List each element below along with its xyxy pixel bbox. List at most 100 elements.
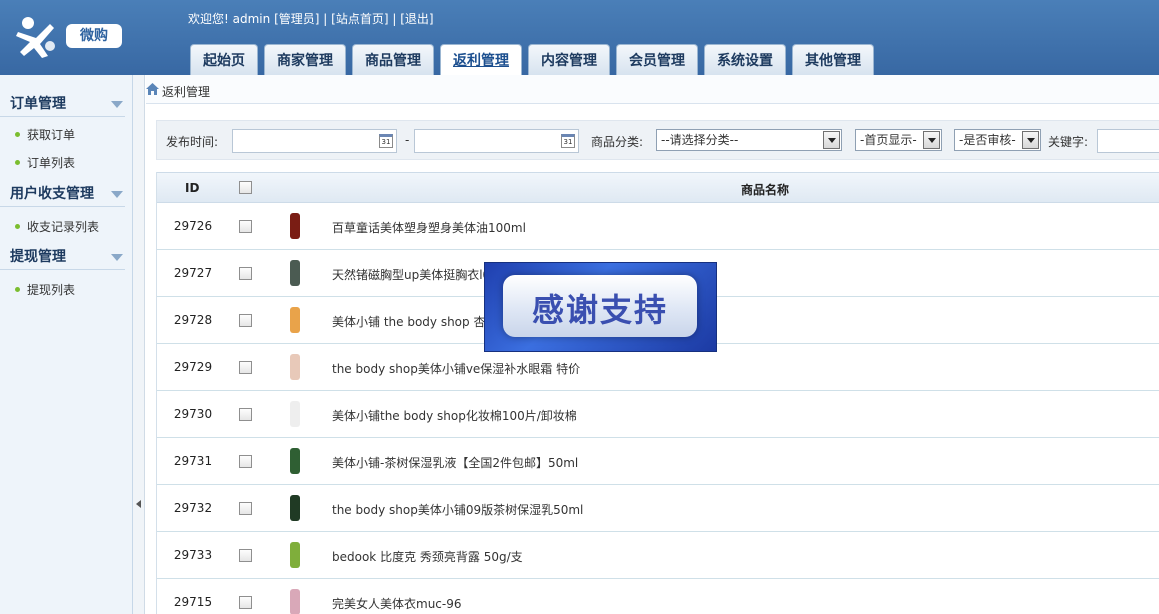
table-row: 29733 bedook 比度克 秀颈亮背露 50g/支 [157,532,1159,579]
column-header-name: 商品名称 [741,183,790,197]
table-row: 29730 美体小铺the body shop化妆棉100片/卸妆棉 [157,391,1159,438]
tab-product[interactable]: 商品管理 [352,44,434,75]
tab-label: 会员管理 [629,53,685,69]
tab-label: 商品管理 [365,53,421,69]
homepage-display-select[interactable]: -首页显示- [855,129,942,151]
main-tabs: 起始页 商家管理 商品管理 返利管理 内容管理 会员管理 系统设置 其他管理 [190,44,880,75]
tab-member[interactable]: 会员管理 [616,44,698,75]
sidebar-collapse-toggle[interactable] [133,75,145,614]
keyword-input[interactable] [1097,129,1159,153]
row-id: 29715 [173,595,213,609]
logo-badge: 微购 [66,24,122,48]
sidebar-item-fetch-orders[interactable]: 获取订单 [0,121,133,149]
row-checkbox[interactable] [239,502,252,515]
sidebar-group-orders: 订单管理 获取订单 订单列表 [0,91,133,177]
product-thumbnail[interactable] [278,538,312,572]
product-name-link[interactable]: the body shop美体小铺09版茶树保湿乳50ml [332,501,583,518]
product-name-link[interactable]: 完美女人美体衣muc-96 [332,595,462,612]
table-header: ID 商品名称 [157,172,1159,203]
home-icon [146,83,159,95]
sidebar-item-withdraw-list[interactable]: 提现列表 [0,276,133,304]
table-row: 29732 the body shop美体小铺09版茶树保湿乳50ml [157,485,1159,532]
row-checkbox[interactable] [239,267,252,280]
bullet-icon [15,132,20,137]
product-name-link[interactable]: the body shop美体小铺ve保湿补水眼霜 特价 [332,360,580,377]
thanks-banner-text: 感谢支持 [531,291,668,329]
category-select-value: --请选择分类-- [661,133,739,147]
tab-settings[interactable]: 系统设置 [704,44,786,75]
table-row: 29731 美体小铺-茶树保湿乳液【全国2件包邮】50ml [157,438,1159,485]
chevron-down-icon [111,101,123,108]
row-checkbox[interactable] [239,361,252,374]
audit-status-select[interactable]: -是否审核- [954,129,1041,151]
row-id: 29728 [173,313,213,327]
breadcrumb: 返利管理 [146,75,1159,104]
product-thumbnail[interactable] [278,491,312,525]
logout-link[interactable]: [退出] [400,12,433,26]
row-checkbox[interactable] [239,314,252,327]
dropdown-arrow-icon [923,131,940,149]
sidebar-group-income: 用户收支管理 收支记录列表 [0,181,133,241]
product-thumbnail[interactable] [278,303,312,337]
row-checkbox[interactable] [239,455,252,468]
product-name-link[interactable]: 天然锗磁胸型up美体挺胸衣l0 [332,266,490,283]
tab-label: 其他管理 [805,53,861,69]
product-name-link[interactable]: 美体小铺 the body shop 杏仁 [332,313,497,330]
column-header-id: ID [185,181,200,195]
date-from-input[interactable]: 31 [232,129,397,153]
tab-content[interactable]: 内容管理 [528,44,610,75]
logo: 微购 [10,10,122,62]
range-separator: - [405,133,410,147]
separator: | [323,12,328,26]
site-home-link[interactable]: [站点首页] [331,12,388,26]
row-checkbox[interactable] [239,596,252,609]
tab-label: 返利管理 [453,53,509,69]
sidebar-group-label: 订单管理 [10,96,66,112]
product-name-link[interactable]: 百草童话美体塑身塑身美体油100ml [332,219,526,236]
bullet-icon [15,287,20,292]
sidebar-item-label: 订单列表 [27,156,76,170]
product-thumbnail[interactable] [278,397,312,431]
tab-merchant[interactable]: 商家管理 [264,44,346,75]
chevron-down-icon [111,254,123,261]
category-select[interactable]: --请选择分类-- [656,129,842,151]
sidebar-group-withdraw: 提现管理 提现列表 [0,244,133,304]
sidebar: 订单管理 获取订单 订单列表 用户收支管理 收支记录列表 提现管理 提现列表 [0,75,133,614]
row-checkbox[interactable] [239,408,252,421]
sidebar-group-title[interactable]: 订单管理 [0,91,125,117]
row-id: 29733 [173,548,213,562]
role-link[interactable]: [管理员] [274,12,319,26]
product-thumbnail[interactable] [278,209,312,243]
select-all-checkbox[interactable] [239,181,252,194]
keyword-label: 关键字: [1048,135,1089,149]
dropdown-arrow-icon [823,131,840,149]
row-id: 29726 [173,219,213,233]
row-checkbox[interactable] [239,549,252,562]
date-to-input[interactable]: 31 [414,129,579,153]
calendar-icon[interactable]: 31 [379,134,393,148]
publish-time-label: 发布时间: [166,135,219,149]
tab-rebate[interactable]: 返利管理 [440,44,522,75]
sidebar-group-title[interactable]: 提现管理 [0,244,125,270]
sidebar-item-order-list[interactable]: 订单列表 [0,149,133,177]
row-id: 29727 [173,266,213,280]
product-thumbnail[interactable] [278,350,312,384]
row-checkbox[interactable] [239,220,252,233]
calendar-icon[interactable]: 31 [561,134,575,148]
table-row: 29715 完美女人美体衣muc-96 [157,579,1159,614]
chevron-left-icon [136,500,141,508]
tab-other[interactable]: 其他管理 [792,44,874,75]
product-name-link[interactable]: 美体小铺the body shop化妆棉100片/卸妆棉 [332,407,577,424]
product-thumbnail[interactable] [278,444,312,478]
product-thumbnail[interactable] [278,585,312,614]
bullet-icon [15,160,20,165]
sidebar-item-label: 提现列表 [27,283,76,297]
product-thumbnail[interactable] [278,256,312,290]
product-name-link[interactable]: bedook 比度克 秀颈亮背露 50g/支 [332,548,523,565]
sidebar-item-income-records[interactable]: 收支记录列表 [0,213,133,241]
sidebar-group-title[interactable]: 用户收支管理 [0,181,125,207]
tab-start[interactable]: 起始页 [190,44,258,75]
separator: | [392,12,397,26]
product-name-link[interactable]: 美体小铺-茶树保湿乳液【全国2件包邮】50ml [332,454,578,471]
tab-label: 内容管理 [541,53,597,69]
